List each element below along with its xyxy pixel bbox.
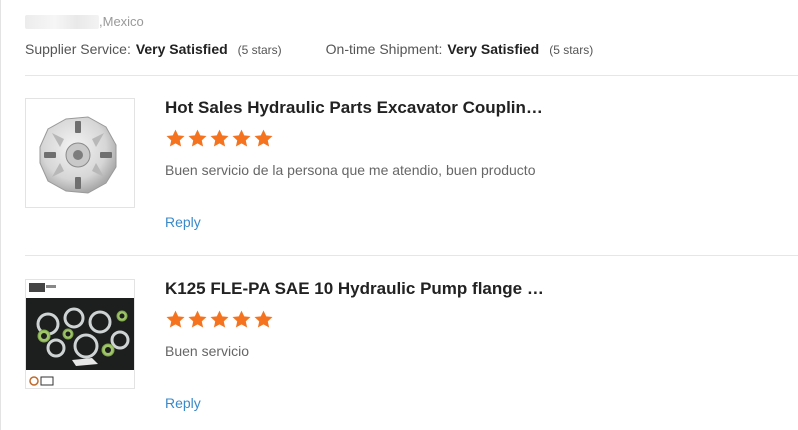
rating-stars [165, 128, 274, 149]
review-comment: Buen servicio [165, 343, 250, 359]
review-item: Hot Sales Hydraulic Parts Excavator Coup… [25, 98, 798, 256]
buyer-location: ,Mexico [25, 14, 144, 29]
shipment-stars: (5 stars) [549, 43, 594, 57]
coupling-image [39, 116, 117, 194]
star-icon [166, 129, 185, 147]
star-icon [232, 129, 251, 147]
supplier-service-stars: (5 stars) [237, 43, 282, 57]
product-thumbnail[interactable] [25, 98, 135, 208]
product-title[interactable]: Hot Sales Hydraulic Parts Excavator Coup… [165, 98, 545, 118]
star-icon [254, 310, 273, 328]
shipment-value: Very Satisfied [447, 41, 540, 57]
product-thumbnail[interactable] [25, 279, 135, 389]
star-icon [210, 129, 229, 147]
product-title[interactable]: K125 FLE-PA SAE 10 Hydraulic Pump flange… [165, 279, 545, 299]
star-icon [232, 310, 251, 328]
star-icon [254, 129, 273, 147]
buyer-rating-header: ,Mexico Supplier Service: Very Satisfied… [25, 0, 798, 76]
reply-link[interactable]: Reply [165, 214, 201, 230]
shipment-label: On-time Shipment: [325, 41, 443, 57]
location-text: ,Mexico [99, 14, 144, 29]
star-icon [210, 310, 229, 328]
rating-stars [165, 309, 274, 330]
flange-image [26, 280, 134, 388]
rating-summary: Supplier Service: Very Satisfied (5 star… [25, 41, 593, 57]
review-comment: Buen servicio de la persona que me atend… [165, 162, 536, 178]
review-item: K125 FLE-PA SAE 10 Hydraulic Pump flange… [25, 279, 798, 430]
star-icon [188, 310, 207, 328]
blurred-buyer-name [25, 14, 99, 29]
supplier-service-value: Very Satisfied [135, 41, 228, 57]
star-icon [166, 310, 185, 328]
supplier-service-label: Supplier Service: [25, 41, 131, 57]
star-icon [188, 129, 207, 147]
feedback-panel: ,Mexico Supplier Service: Very Satisfied… [0, 0, 798, 430]
reply-link[interactable]: Reply [165, 395, 201, 411]
